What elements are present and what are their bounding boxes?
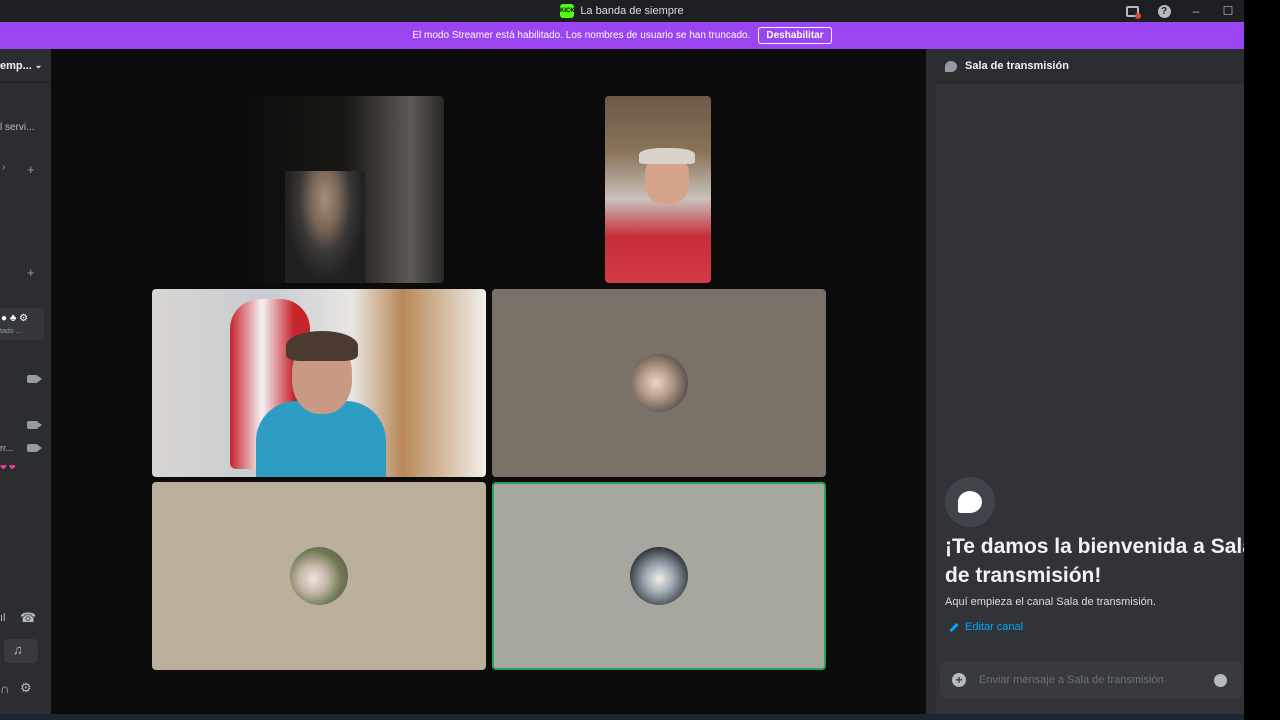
screen-share-icon[interactable] — [1116, 0, 1148, 22]
participant-1-figure — [285, 171, 365, 283]
pencil-icon — [949, 622, 959, 632]
participant-4-avatar — [630, 354, 688, 412]
add-channel-icon-2[interactable]: + — [27, 265, 35, 280]
participant-avatar-tile-5[interactable] — [152, 482, 486, 670]
voice-user-truncated[interactable]: rr... — [0, 443, 13, 453]
participant-avatar-tile-6[interactable] — [492, 482, 826, 670]
participant-video-tile-2[interactable] — [605, 96, 711, 283]
emoji-icon[interactable] — [1214, 673, 1227, 687]
edit-channel-link[interactable]: Editar canal — [949, 621, 1023, 633]
participant-3-hair — [286, 331, 358, 361]
gear-icon[interactable]: ⚙ — [20, 680, 32, 696]
chat-channel-name: Sala de transmisión — [965, 60, 1069, 72]
participant-5-avatar — [290, 547, 348, 605]
category-chevron-icon[interactable]: › — [2, 162, 5, 173]
disable-streamer-mode-button[interactable]: Deshabilitar — [758, 27, 832, 44]
camera-icon-3 — [27, 444, 42, 452]
title-bar-controls: ? – ☐ — [1116, 0, 1244, 22]
sidebar-item-text[interactable]: l servi... — [0, 122, 34, 133]
voice-user-status: tado ... — [0, 328, 22, 335]
add-channel-icon[interactable]: + — [27, 162, 35, 177]
participant-video-tile-1[interactable] — [225, 96, 444, 283]
server-header[interactable]: emp... ⌄ — [0, 49, 51, 83]
voice-user-active[interactable]: ● ♣ ⚙ tado ... — [0, 308, 44, 340]
chevron-down-icon: ⌄ — [34, 60, 43, 70]
camera-icon — [27, 375, 42, 383]
participant-2-cap — [639, 148, 695, 164]
server-name: emp... — [0, 59, 32, 72]
voice-user-icons: ● ♣ ⚙ — [1, 313, 29, 324]
camera-icon-2 — [27, 421, 42, 429]
participant-avatar-tile-4[interactable] — [492, 289, 826, 477]
channel-welcome-icon — [945, 477, 995, 527]
title-bar: KICK La banda de siempre ? – ☐ — [0, 0, 1244, 22]
chat-header: Sala de transmisión — [936, 49, 1244, 84]
message-input-bar[interactable]: + Enviar mensaje a Sala de transmisión — [940, 661, 1242, 699]
soundboard-icon: ♫ — [13, 642, 23, 657]
screen-edge — [1244, 0, 1280, 720]
streamer-mode-message: El modo Streamer está habilitado. Los no… — [412, 30, 751, 41]
chat-panel: Sala de transmisión ¡Te damos la bienven… — [926, 49, 1254, 720]
window-title: La banda de siempre — [580, 5, 684, 17]
kick-app-icon: KICK — [560, 4, 575, 18]
help-icon[interactable]: ? — [1148, 0, 1180, 22]
minimize-button[interactable]: – — [1180, 0, 1212, 22]
hearts-emoji-icon: ❤ ❤ — [0, 463, 16, 472]
streamer-mode-banner: El modo Streamer está habilitado. Los no… — [0, 22, 1244, 49]
participant-6-avatar — [630, 547, 688, 605]
participant-video-tile-3[interactable] — [152, 289, 486, 477]
signal-icon[interactable]: ıl — [0, 612, 6, 624]
discord-window: KICK La banda de siempre ? – ☐ El modo S… — [0, 0, 1280, 720]
message-input[interactable]: Enviar mensaje a Sala de transmisión — [979, 674, 1214, 686]
maximize-button[interactable]: ☐ — [1212, 0, 1244, 22]
disconnect-icon[interactable]: ☎ — [20, 610, 36, 626]
welcome-title: ¡Te damos la bienvenida a Sala de transm… — [945, 535, 1254, 587]
soundboard-button[interactable]: ♫ — [4, 639, 38, 663]
add-attachment-icon[interactable]: + — [952, 673, 966, 687]
chat-bubble-icon — [945, 60, 957, 72]
welcome-subtitle: Aquí empieza el canal Sala de transmisió… — [945, 596, 1156, 608]
headphones-icon[interactable]: ∩ — [0, 681, 9, 696]
taskbar-edge — [0, 714, 1244, 720]
edit-channel-label: Editar canal — [965, 621, 1024, 633]
video-grid — [51, 49, 926, 720]
channel-sidebar: emp... ⌄ l servi... › + + ● ♣ ⚙ tado ...… — [0, 49, 51, 720]
